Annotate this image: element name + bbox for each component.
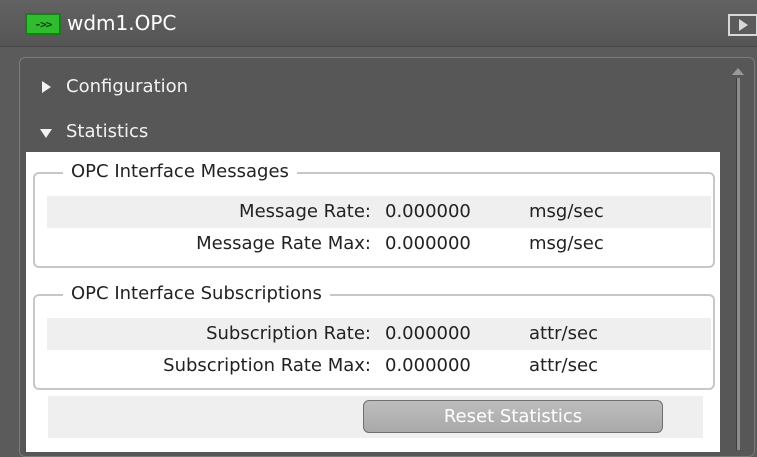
statistics-content: OPC Interface Messages Message Rate: 0.0… [26,152,720,452]
stat-unit: msg/sec [529,233,604,254]
stat-label: Message Rate Max: [196,233,371,254]
group-title-subscriptions: OPC Interface Subscriptions [63,282,330,306]
stat-value: 0.000000 [385,201,471,222]
scroll-up-icon[interactable] [732,68,744,75]
chevron-right-icon [40,69,54,105]
section-label-statistics: Statistics [66,121,149,142]
stat-row-subscription-rate-max: Subscription Rate Max: 0.000000 attr/sec [47,350,711,382]
scroll-track[interactable] [736,78,740,450]
stat-label: Message Rate: [239,201,371,222]
stat-row-message-rate-max: Message Rate Max: 0.000000 msg/sec [47,228,711,260]
reset-row: Reset Statistics [48,396,703,438]
stat-value: 0.000000 [385,233,471,254]
chevron-down-icon [40,114,54,150]
group-opc-interface-messages: OPC Interface Messages Message Rate: 0.0… [33,160,715,268]
stat-unit: msg/sec [529,201,604,222]
opc-gateway-icon: ->> [25,13,61,35]
stat-value: 0.000000 [385,323,471,344]
section-configuration[interactable]: Configuration [20,69,710,105]
window-title: wdm1.OPC [67,11,177,35]
properties-panel: Configuration Statistics OPC Interface M… [19,57,755,457]
stat-unit: attr/sec [529,355,598,376]
stat-label: Subscription Rate: [206,323,371,344]
stat-label: Subscription Rate Max: [163,355,371,376]
group-opc-interface-subscriptions: OPC Interface Subscriptions Subscription… [33,282,715,390]
stat-unit: attr/sec [529,323,598,344]
group-title-messages: OPC Interface Messages [63,160,297,184]
stat-row-subscription-rate: Subscription Rate: 0.000000 attr/sec [47,318,711,350]
vertical-scrollbar[interactable] [726,62,750,452]
expand-panel-button[interactable] [728,14,757,36]
stat-value: 0.000000 [385,355,471,376]
reset-statistics-button[interactable]: Reset Statistics [363,400,663,433]
section-statistics[interactable]: Statistics [20,114,710,150]
stat-row-message-rate: Message Rate: 0.000000 msg/sec [47,196,711,228]
section-label-configuration: Configuration [66,76,189,97]
title-bar: ->> wdm1.OPC [0,0,757,47]
